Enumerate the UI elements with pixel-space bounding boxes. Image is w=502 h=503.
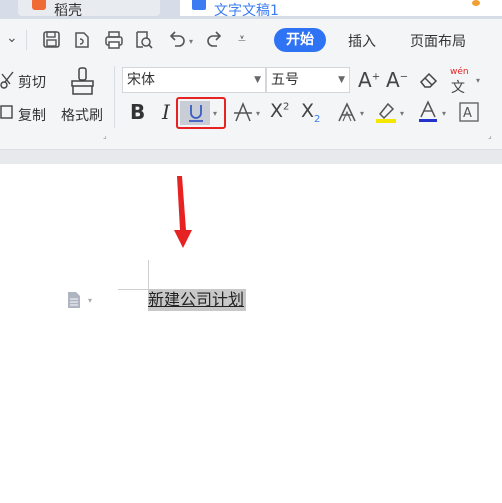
document-canvas[interactable] (0, 164, 502, 503)
tab-daoke[interactable]: 稻壳 (18, 0, 160, 19)
ribbon-bottom-strip (0, 149, 502, 164)
separator (114, 66, 115, 128)
highlighter-dropdown-icon[interactable]: ▾ (400, 109, 404, 118)
annotation-arrow-icon (174, 176, 192, 248)
redo-icon[interactable] (204, 30, 226, 50)
scissors-icon[interactable] (0, 70, 16, 90)
pinyin-label: wén (450, 67, 469, 77)
tab-bar: 稻壳 文字文稿1 (0, 0, 502, 19)
daoke-icon (32, 0, 46, 10)
character-border-icon[interactable]: A (458, 101, 480, 123)
tab-insert[interactable]: 插入 (348, 31, 376, 51)
format-painter-button[interactable]: 格式刷 (61, 105, 103, 125)
font-name-value: 宋体 (127, 72, 155, 88)
highlighter-icon[interactable] (374, 100, 398, 124)
subscript-icon[interactable]: X2 (301, 100, 320, 125)
decrease-font-size-icon[interactable]: A− (386, 68, 408, 92)
document-icon (192, 0, 206, 10)
notification-dot-icon (472, 0, 480, 6)
customize-toolbar-icon[interactable]: ⩡ (238, 31, 246, 47)
page-margin-corner (118, 289, 148, 290)
copy-button[interactable]: 复制 (18, 105, 46, 125)
font-size-value: 五号 (271, 72, 299, 88)
font-size-select[interactable]: 五号 ▼ (266, 67, 350, 93)
tab-document-label: 文字文稿1 (214, 3, 279, 19)
svg-text:A: A (463, 106, 472, 121)
font-dialog-launcher-icon[interactable]: ⌟ (488, 131, 492, 140)
paragraph-menu-dropdown-icon[interactable]: ▾ (88, 296, 92, 305)
clipboard-dialog-launcher-icon[interactable]: ⌟ (103, 131, 107, 140)
font-color-dropdown-icon[interactable]: ▾ (442, 109, 446, 118)
text-effect-dropdown-icon[interactable]: ▾ (360, 109, 364, 118)
italic-icon[interactable]: I (162, 100, 170, 124)
tab-page-layout[interactable]: 页面布局 (410, 31, 466, 51)
copy-icon[interactable] (0, 103, 16, 123)
page-margin-corner (148, 260, 149, 290)
print-icon[interactable] (104, 30, 124, 50)
increase-font-size-icon[interactable]: A+ (358, 68, 380, 92)
expand-chevron-icon[interactable]: ⌄ (6, 30, 18, 46)
tab-start[interactable]: 开始 (274, 28, 326, 52)
strikethrough-dropdown-icon[interactable]: ▾ (256, 109, 260, 118)
output-icon[interactable] (72, 30, 92, 50)
chevron-down-icon: ▼ (338, 75, 345, 85)
separator (26, 30, 27, 50)
bold-icon[interactable]: B (130, 100, 145, 124)
print-preview-icon[interactable] (134, 30, 154, 50)
font-name-select[interactable]: 宋体 ▼ (122, 67, 266, 93)
chevron-down-icon[interactable]: ▾ (476, 76, 480, 85)
font-color-icon[interactable] (416, 100, 440, 124)
pinyin-guide-icon[interactable]: wén 文 (448, 67, 474, 96)
cut-button[interactable]: 剪切 (18, 72, 46, 92)
pinyin-glyph-icon: 文 (451, 80, 465, 96)
strikethrough-icon[interactable] (232, 101, 254, 123)
tab-daoke-label: 稻壳 (54, 3, 82, 19)
underline-highlight-box (176, 97, 226, 129)
clear-format-eraser-icon[interactable] (418, 70, 440, 90)
format-painter-icon[interactable] (69, 66, 97, 96)
undo-dropdown-icon[interactable]: ▾ (189, 37, 193, 46)
tab-document[interactable]: 文字文稿1 (180, 0, 502, 19)
selected-document-text[interactable]: 新建公司计划 (148, 289, 247, 311)
text-effect-icon[interactable] (336, 101, 358, 123)
save-icon[interactable] (42, 30, 62, 50)
undo-icon[interactable] (166, 30, 188, 50)
paragraph-menu-icon[interactable] (66, 291, 82, 309)
superscript-icon[interactable]: X2 (270, 100, 289, 122)
chevron-down-icon: ▼ (254, 75, 261, 85)
